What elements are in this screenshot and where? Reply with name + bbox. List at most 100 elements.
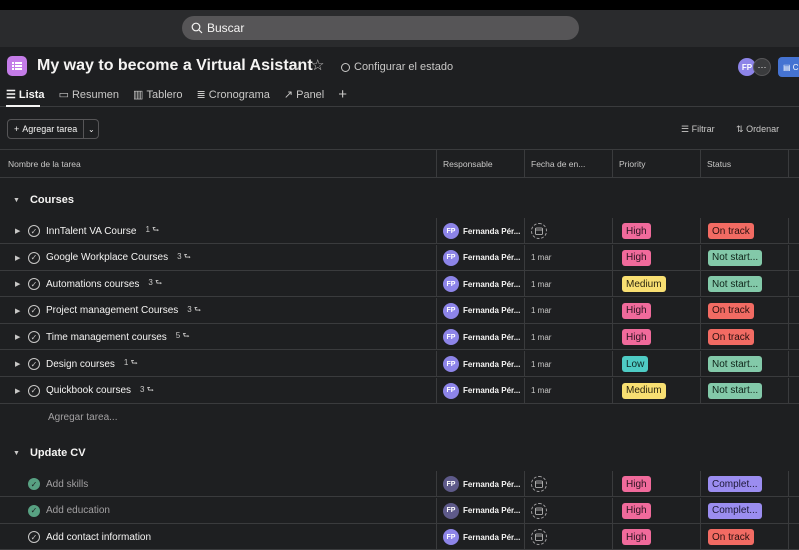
assignee-cell[interactable]: FP Fernanda Pér... (437, 377, 525, 404)
due-date-cell[interactable] (525, 524, 613, 550)
due-date-cell[interactable]: 1 mar (525, 244, 613, 271)
expand-icon[interactable]: ▶ (15, 254, 24, 262)
status-cell[interactable]: On track (701, 297, 789, 324)
caret-down-icon[interactable]: ▼ (13, 197, 20, 204)
priority-cell[interactable]: Medium (613, 271, 701, 298)
task-title[interactable]: Quickbook courses (46, 385, 131, 396)
complete-check-icon[interactable]: ✓ (28, 278, 40, 291)
task-name-cell[interactable]: ✓ Add contact information (0, 524, 437, 550)
complete-check-icon[interactable]: ✓ (28, 304, 40, 317)
status-cell[interactable]: Complet... (701, 497, 789, 524)
tab-board[interactable]: ▥ Tablero (133, 88, 182, 102)
due-date-cell[interactable]: 1 mar (525, 297, 613, 324)
status-cell[interactable]: On track (701, 524, 789, 550)
table-row[interactable]: ✓ Add skills FP Fernanda Pér... High Complet.… (0, 471, 799, 497)
share-button[interactable]: ▤ C (778, 57, 799, 77)
assignee-cell[interactable]: FP Fernanda Pér... (437, 297, 525, 324)
priority-cell[interactable]: High (613, 471, 701, 497)
task-title[interactable]: Project management Courses (46, 305, 178, 316)
complete-check-icon[interactable]: ✓ (28, 504, 40, 517)
table-row[interactable]: ▶ ✓ Time management courses 5 ⮑ FP Fernanda P… (0, 324, 799, 351)
expand-icon[interactable]: ▶ (15, 333, 24, 341)
complete-check-icon[interactable]: ✓ (28, 384, 40, 397)
column-header-name[interactable]: Nombre de la tarea (0, 150, 437, 178)
task-title[interactable]: InnTalent VA Course (46, 226, 136, 237)
complete-check-icon[interactable]: ✓ (28, 331, 40, 344)
priority-cell[interactable]: High (613, 324, 701, 351)
section-header[interactable]: ▼ Courses (0, 187, 799, 213)
task-name-cell[interactable]: ▶ ✓ InnTalent VA Course 1 ⮑ (0, 218, 437, 244)
section-header[interactable]: ▼ Update CV (0, 440, 799, 466)
task-name-cell[interactable]: ▶ ✓ Automations courses 3 ⮑ (0, 271, 437, 298)
complete-check-icon[interactable]: ✓ (28, 478, 40, 490)
status-cell[interactable]: Not start... (701, 351, 789, 377)
priority-cell[interactable]: Low (613, 351, 701, 377)
column-header-due[interactable]: Fecha de en... (525, 150, 613, 178)
complete-check-icon[interactable]: ✓ (28, 225, 40, 237)
task-title[interactable]: Google Workplace Courses (46, 252, 168, 263)
subtask-count[interactable]: 5 ⮑ (176, 330, 190, 344)
priority-cell[interactable]: High (613, 524, 701, 550)
assignee-cell[interactable]: FP Fernanda Pér... (437, 351, 525, 377)
task-name-cell[interactable]: ▶ ✓ Design courses 1 ⮑ (0, 351, 437, 377)
subtask-count[interactable]: 3 ⮑ (148, 277, 162, 291)
priority-cell[interactable]: Medium (613, 377, 701, 404)
due-date-cell[interactable] (525, 471, 613, 497)
add-task-button[interactable]: + Agregar tarea ⌄ (7, 119, 100, 139)
subtask-count[interactable]: 3 ⮑ (187, 304, 201, 318)
due-date-cell[interactable] (525, 497, 613, 524)
complete-check-icon[interactable]: ✓ (28, 251, 40, 264)
task-name-cell[interactable]: ▶ ✓ Project management Courses 3 ⮑ (0, 297, 437, 324)
task-title[interactable]: Add skills (46, 479, 88, 490)
subtask-count[interactable]: 3 ⮑ (140, 384, 154, 398)
chevron-down-icon[interactable]: ⌄ (84, 125, 98, 134)
task-title[interactable]: Design courses (46, 359, 115, 370)
due-date-cell[interactable] (525, 218, 613, 244)
priority-cell[interactable]: High (613, 297, 701, 324)
table-row[interactable]: ▶ ✓ Automations courses 3 ⮑ FP Fernanda Pér..… (0, 271, 799, 298)
table-row[interactable]: ▶ ✓ Google Workplace Courses 3 ⮑ FP Fernanda … (0, 244, 799, 271)
chevron-down-icon[interactable]: ⌄ (292, 60, 301, 73)
task-name-cell[interactable]: ✓ Add skills (0, 471, 437, 497)
expand-icon[interactable]: ▶ (15, 280, 24, 288)
status-cell[interactable]: Not start... (701, 244, 789, 271)
tab-dashboard[interactable]: ↗ Panel (284, 88, 324, 102)
column-header-priority[interactable]: Priority (613, 150, 701, 178)
due-date-cell[interactable]: 1 mar (525, 351, 613, 377)
assignee-cell[interactable]: FP Fernanda Pér... (437, 324, 525, 351)
task-title[interactable]: Time management courses (46, 332, 167, 343)
add-tab-button[interactable]: + (338, 86, 347, 103)
calendar-icon[interactable] (531, 502, 547, 519)
subtask-count[interactable]: 1 ⮑ (145, 224, 159, 238)
task-title[interactable]: Add education (46, 505, 110, 516)
due-date-cell[interactable]: 1 mar (525, 271, 613, 298)
assignee-cell[interactable]: FP Fernanda Pér... (437, 218, 525, 244)
table-row[interactable]: ✓ Add education FP Fernanda Pér... High Compl… (0, 497, 799, 524)
subtask-count[interactable]: 1 ⮑ (124, 357, 138, 371)
expand-icon[interactable]: ▶ (15, 227, 24, 235)
task-name-cell[interactable]: ▶ ✓ Time management courses 5 ⮑ (0, 324, 437, 351)
assignee-cell[interactable]: FP Fernanda Pér... (437, 271, 525, 298)
calendar-icon[interactable] (531, 223, 547, 239)
status-cell[interactable]: Not start... (701, 377, 789, 404)
sort-button[interactable]: ⇅ Ordenar (736, 124, 779, 135)
project-title[interactable]: My way to become a Virtual Asistant (37, 57, 313, 75)
calendar-icon[interactable] (531, 476, 547, 492)
table-row[interactable]: ▶ ✓ Design courses 1 ⮑ FP Fernanda Pér... 1 ma… (0, 351, 799, 377)
calendar-icon[interactable] (531, 529, 547, 546)
assignee-cell[interactable]: FP Fernanda Pér... (437, 244, 525, 271)
star-icon[interactable]: ☆ (311, 56, 324, 74)
add-task-inline[interactable]: Agregar tarea... (48, 412, 117, 423)
complete-check-icon[interactable]: ✓ (28, 531, 40, 544)
priority-cell[interactable]: High (613, 218, 701, 244)
assignee-cell[interactable]: FP Fernanda Pér... (437, 524, 525, 550)
tab-list[interactable]: ☰ Lista (6, 88, 45, 102)
table-row[interactable]: ▶ ✓ InnTalent VA Course 1 ⮑ FP Fernanda Pér..… (0, 218, 799, 244)
due-date-cell[interactable]: 1 mar (525, 377, 613, 404)
column-header-assignee[interactable]: Responsable (437, 150, 525, 178)
task-name-cell[interactable]: ✓ Add education (0, 497, 437, 524)
priority-cell[interactable]: High (613, 497, 701, 524)
assignee-cell[interactable]: FP Fernanda Pér... (437, 497, 525, 524)
tab-timeline[interactable]: ≣ Cronograma (197, 88, 270, 102)
table-row[interactable]: ▶ ✓ Quickbook courses 3 ⮑ FP Fernanda Pér... 1… (0, 377, 799, 404)
